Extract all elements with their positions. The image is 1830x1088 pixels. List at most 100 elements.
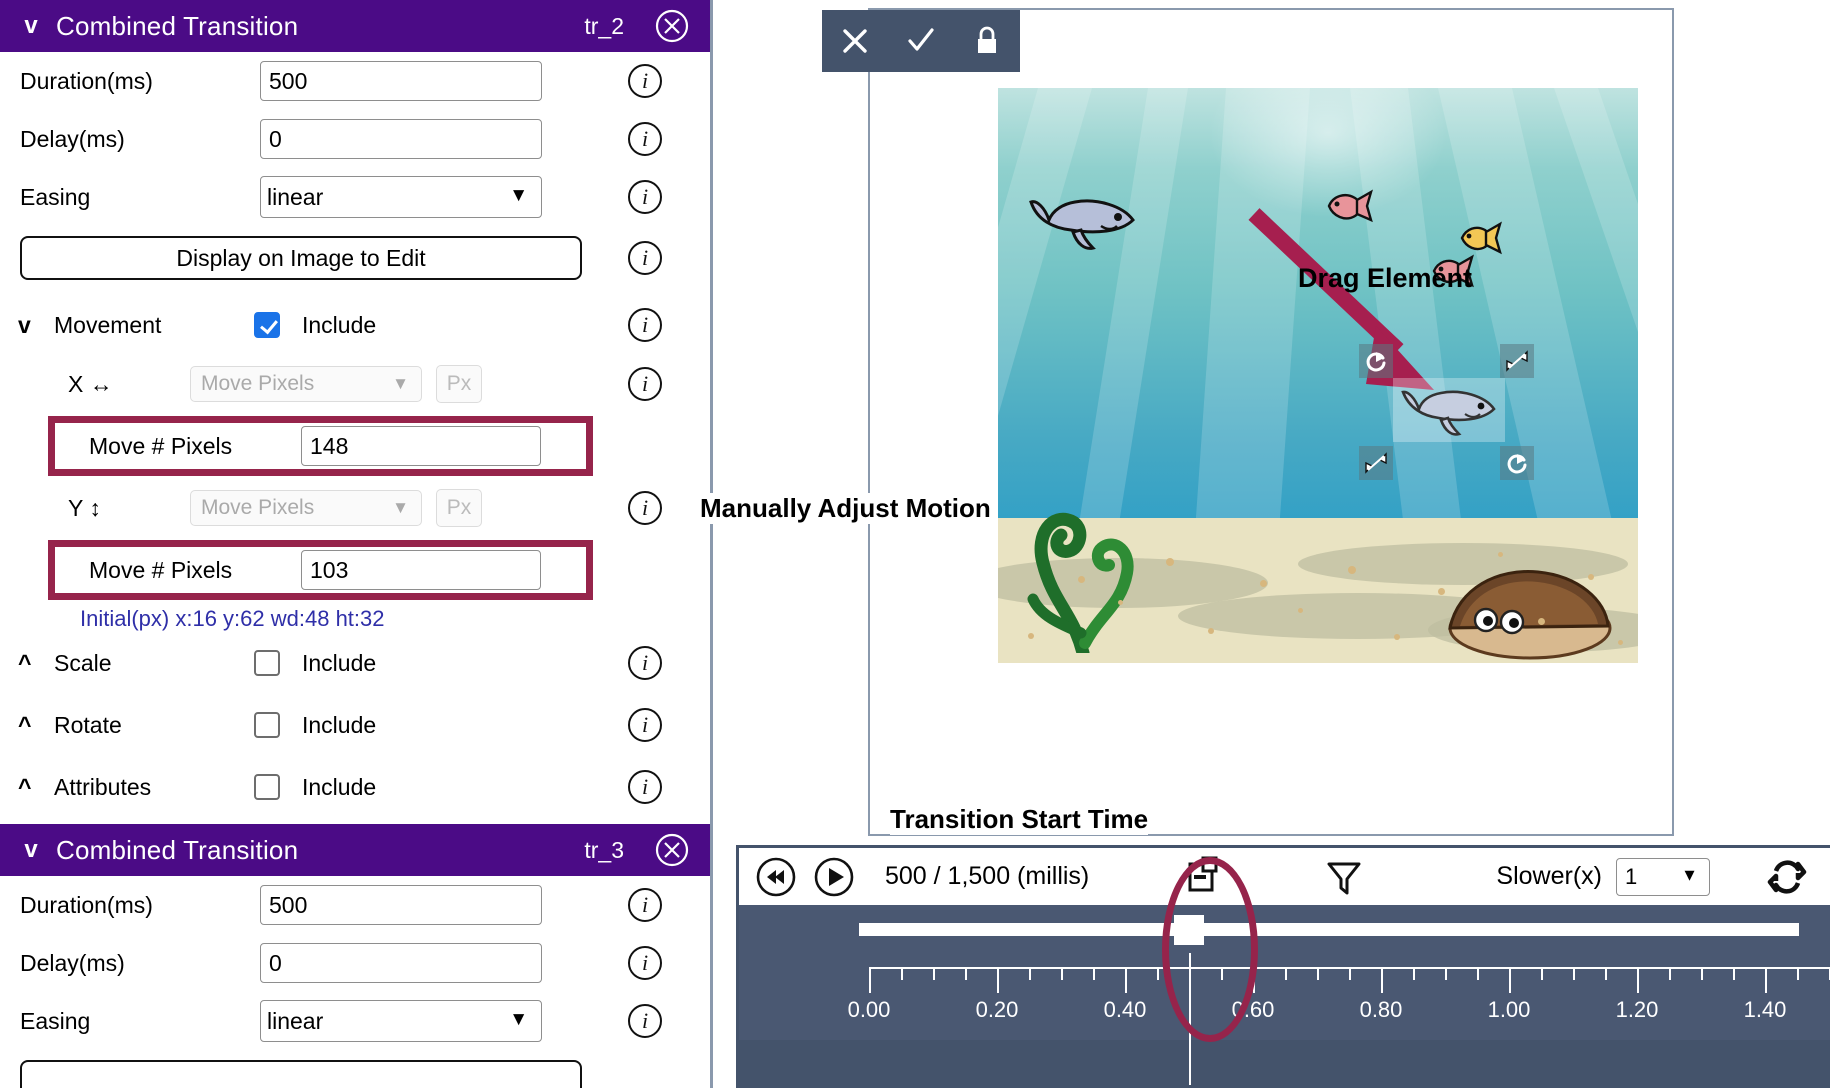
info-icon[interactable]: i xyxy=(628,888,662,922)
drag-element-label: Drag Element xyxy=(1298,263,1473,293)
duration-row-tr2: Duration(ms) 500 i xyxy=(0,52,710,110)
easing-select[interactable]: linear xyxy=(260,176,542,218)
ruler-minor-tick xyxy=(1157,967,1159,980)
ruler-minor-tick xyxy=(1733,967,1735,980)
info-icon[interactable]: i xyxy=(628,308,662,342)
section-header-tr3[interactable]: v Combined Transition tr_3 xyxy=(0,824,710,876)
ruler-tick-label: 1.20 xyxy=(1615,997,1659,1022)
ruler-minor-tick xyxy=(1669,967,1671,980)
movement-include-checkbox[interactable] xyxy=(254,312,280,338)
info-icon[interactable]: i xyxy=(628,64,662,98)
sand-speck xyxy=(1588,574,1594,580)
easing-row-tr2: Easing linear ▼ i xyxy=(0,168,710,226)
ruler-major-tick xyxy=(1637,967,1639,993)
x-unit-box: Px xyxy=(436,365,482,403)
x-mode-select: Move Pixels ▼ xyxy=(190,366,422,402)
duration-input[interactable]: 500 xyxy=(260,61,542,101)
lock-icon[interactable] xyxy=(963,19,1011,63)
y-move-pixels-input[interactable]: 103 xyxy=(301,550,541,590)
chevron-down-icon: ▼ xyxy=(392,498,409,517)
ruler-major-tick xyxy=(869,967,871,993)
delay-row-tr3: Delay(ms) 0 i xyxy=(0,934,710,992)
chevron-down-icon: ▼ xyxy=(392,374,409,393)
rotate-label: Rotate xyxy=(54,711,122,738)
delay-input[interactable]: 0 xyxy=(260,119,542,159)
delay-label: Delay(ms) xyxy=(20,949,125,976)
timeline-time-display: 500 / 1,500 (millis) xyxy=(885,862,1090,890)
check-icon[interactable] xyxy=(897,19,945,63)
chevron-down-icon[interactable]: v xyxy=(14,838,48,862)
chevron-up-icon[interactable]: ^ xyxy=(18,712,54,739)
chevron-down-icon[interactable]: v xyxy=(18,312,54,339)
rewind-icon[interactable] xyxy=(753,854,799,900)
play-icon[interactable] xyxy=(811,854,857,900)
transition-start-time-annotation: Transition Start Time xyxy=(890,804,1149,835)
selected-element-box[interactable] xyxy=(1393,378,1505,442)
display-on-image-button[interactable]: Display on Image to Edit xyxy=(20,236,582,280)
section-title: Combined Transition xyxy=(56,10,299,41)
ruler-minor-tick xyxy=(1285,967,1287,980)
x-move-pixels-input[interactable]: 148 xyxy=(301,426,541,466)
info-icon[interactable]: i xyxy=(628,1004,662,1038)
manually-adjust-motion-annotation: Manually Adjust Motion xyxy=(700,493,991,524)
info-icon[interactable]: i xyxy=(628,770,662,804)
scale-include-checkbox[interactable] xyxy=(254,650,280,676)
attributes-include-checkbox[interactable] xyxy=(254,774,280,800)
chevron-up-icon[interactable]: ^ xyxy=(18,774,54,801)
ruler-minor-tick xyxy=(1541,967,1543,980)
ruler-minor-tick xyxy=(933,967,935,980)
sand-speck xyxy=(1118,600,1123,605)
rotate-handle-icon[interactable] xyxy=(1359,344,1393,378)
ruler-minor-tick xyxy=(1445,967,1447,980)
easing-select[interactable]: linear xyxy=(260,1000,542,1042)
timeline-scrollbar[interactable] xyxy=(859,923,1799,936)
section-title: Combined Transition xyxy=(56,834,299,865)
timeline-ruler[interactable]: 0.00 0.20 0.40 0.60 0.80 1.00 1.20 1.40 xyxy=(848,967,1830,1022)
y-axis-row: Y ↕ Move Pixels ▼ Px i xyxy=(0,480,710,536)
rotate-include-checkbox[interactable] xyxy=(254,712,280,738)
ruler-minor-tick xyxy=(1573,967,1575,980)
include-label: Include xyxy=(302,773,377,800)
duration-input[interactable]: 500 xyxy=(260,885,542,925)
chevron-up-icon[interactable]: ^ xyxy=(18,650,54,677)
timeline-panel: 500 / 1,500 (millis) Slower(x) 1 ▼ 0.00 … xyxy=(736,845,1830,1088)
close-x-icon[interactable] xyxy=(831,19,879,63)
delay-input[interactable]: 0 xyxy=(260,943,542,983)
rotate-handle-icon[interactable] xyxy=(1500,446,1534,480)
info-icon[interactable]: i xyxy=(628,180,662,214)
start-time-ellipse-annotation xyxy=(1162,857,1258,1042)
section-header-tr2[interactable]: v Combined Transition tr_2 xyxy=(0,0,710,52)
duration-label: Duration(ms) xyxy=(20,891,153,918)
rotate-group-row: ^ Rotate Include i xyxy=(0,694,710,756)
sand-speck xyxy=(1208,628,1214,634)
speed-select[interactable]: 1 xyxy=(1616,857,1710,896)
info-icon[interactable]: i xyxy=(628,646,662,680)
chevron-down-icon[interactable]: v xyxy=(14,14,48,38)
display-on-image-button[interactable] xyxy=(20,1060,582,1088)
slower-label: Slower(x) xyxy=(1496,862,1602,890)
info-icon[interactable]: i xyxy=(628,122,662,156)
image-edit-canvas: Drag Element xyxy=(822,8,1674,836)
loop-icon[interactable] xyxy=(1764,854,1810,900)
close-circle-icon[interactable] xyxy=(654,832,690,868)
fish-selected xyxy=(1401,390,1496,436)
underwater-scene[interactable]: Drag Element xyxy=(998,88,1638,663)
info-icon[interactable]: i xyxy=(628,241,662,275)
x-mode-value: Move Pixels xyxy=(201,372,315,395)
section-id-label: tr_2 xyxy=(584,12,624,39)
ruler-minor-tick xyxy=(1061,967,1063,980)
info-icon[interactable]: i xyxy=(628,367,662,401)
resize-handle-icon[interactable] xyxy=(1500,344,1534,378)
ruler-tick-label: 0.80 xyxy=(1359,997,1403,1022)
ruler-minor-tick xyxy=(1477,967,1479,980)
ruler-tick-label: 0.00 xyxy=(847,997,891,1022)
timeline-body[interactable]: 0.000.200.400.600.801.001.201.40 ^ g3976 xyxy=(739,905,1830,1085)
info-icon[interactable]: i xyxy=(628,491,662,525)
ruler-minor-tick xyxy=(1349,967,1351,980)
close-circle-icon[interactable] xyxy=(654,8,690,44)
info-icon[interactable]: i xyxy=(628,946,662,980)
y-move-pixels-label: Move # Pixels xyxy=(89,556,233,583)
resize-handle-icon[interactable] xyxy=(1359,446,1393,480)
funnel-icon[interactable] xyxy=(1321,854,1367,900)
info-icon[interactable]: i xyxy=(628,708,662,742)
